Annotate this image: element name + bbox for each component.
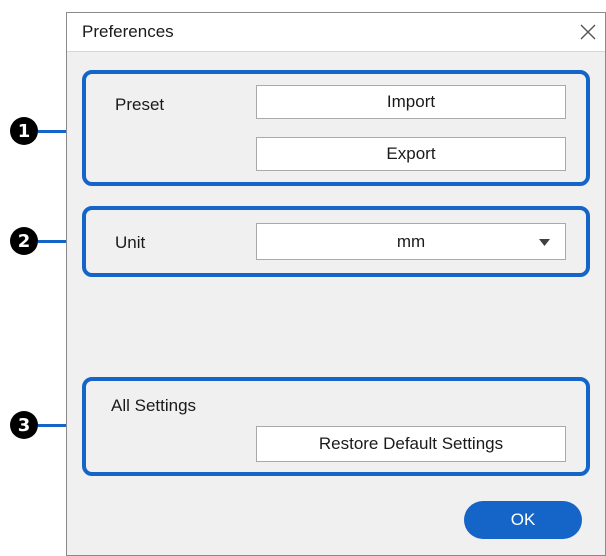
import-button[interactable]: Import — [256, 85, 566, 119]
restore-default-settings-button[interactable]: Restore Default Settings — [256, 426, 566, 462]
unit-label: Unit — [115, 233, 146, 252]
title-bar: Preferences — [67, 13, 605, 52]
preset-label: Preset — [115, 95, 165, 114]
export-button[interactable]: Export — [256, 137, 566, 171]
callout-3: 3 — [10, 411, 38, 439]
all-settings-label: All Settings — [111, 396, 197, 415]
preferences-dialog: Preferences Preset Import Export Unit mm… — [66, 12, 606, 556]
ok-button[interactable]: OK — [464, 501, 582, 539]
callout-2: 2 — [10, 227, 38, 255]
unit-selected-value: mm — [396, 232, 426, 251]
callout-1: 1 — [10, 117, 38, 145]
caret-down-icon — [539, 239, 550, 246]
close-icon — [580, 24, 596, 40]
dialog-title: Preferences — [82, 22, 174, 41]
close-button[interactable] — [571, 13, 605, 51]
unit-select[interactable]: mm — [256, 223, 566, 260]
